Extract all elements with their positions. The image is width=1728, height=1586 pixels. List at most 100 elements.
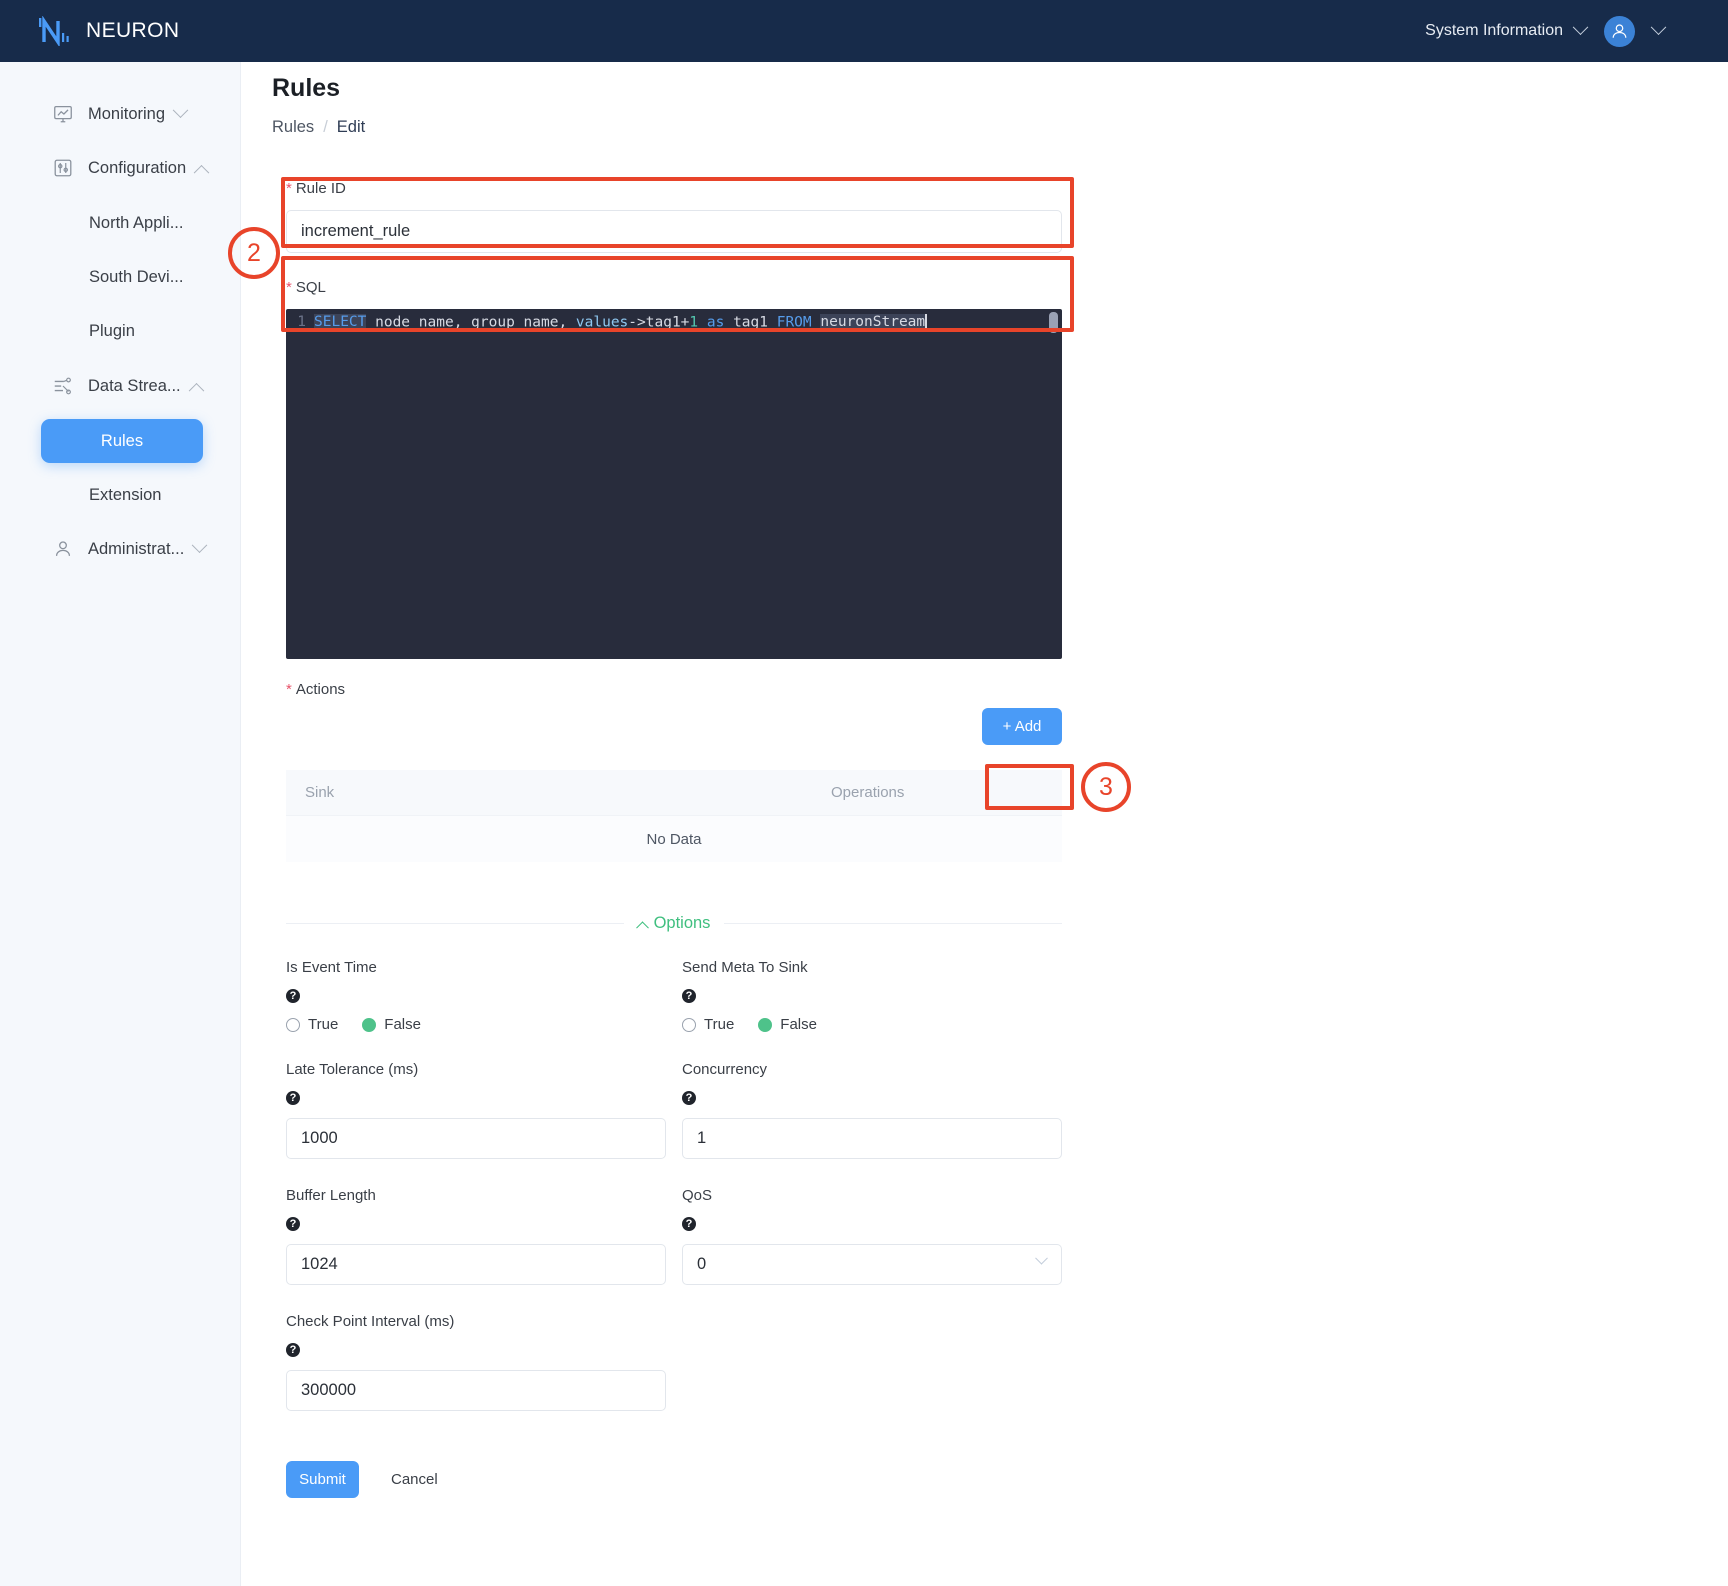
rule-id-label-text: Rule ID: [295, 180, 346, 197]
breadcrumb-rules[interactable]: Rules: [272, 118, 314, 137]
sidebar-item-configuration[interactable]: Configuration: [0, 146, 241, 190]
sidebar-item-data-stream[interactable]: Data Strea...: [0, 364, 241, 408]
help-icon[interactable]: ?: [682, 989, 696, 1003]
avatar[interactable]: [1604, 15, 1635, 47]
is-event-time-false[interactable]: False: [362, 1016, 421, 1033]
code-text: SELECT node_name, group_name, values->ta…: [314, 313, 927, 331]
sql-number: 1: [689, 314, 699, 330]
help-icon[interactable]: ?: [286, 1343, 300, 1357]
concurrency-input[interactable]: [682, 1118, 1062, 1159]
page-title: Rules: [272, 74, 341, 102]
qos-select[interactable]: [682, 1244, 1062, 1285]
rule-id-input[interactable]: [286, 210, 1062, 253]
radio-dot: [286, 1017, 300, 1032]
add-action-button[interactable]: + Add: [982, 708, 1062, 745]
send-meta-to-sink-true[interactable]: True: [682, 1016, 734, 1033]
buffer-length-input[interactable]: [286, 1244, 666, 1285]
sidebar-item-monitoring[interactable]: Monitoring: [0, 92, 241, 136]
form-buttons: Submit Cancel: [286, 1461, 1062, 1498]
chevron-down-icon[interactable]: [1650, 18, 1667, 35]
radio-dot: [682, 1017, 696, 1032]
late-tolerance-input[interactable]: [286, 1118, 666, 1159]
add-action-row: + Add: [286, 708, 1062, 756]
send-meta-to-sink-false[interactable]: False: [758, 1016, 817, 1033]
required-asterisk: *: [286, 279, 292, 296]
sql-code-editor[interactable]: 1 SELECT node_name, group_name, values->…: [286, 309, 1062, 659]
submit-button[interactable]: Submit: [286, 1461, 359, 1498]
data-stream-icon: [54, 377, 71, 395]
sql-alias: tag1: [733, 314, 777, 330]
breadcrumb: Rules / Edit: [272, 118, 365, 137]
table-header: Sink Operations: [286, 770, 1062, 815]
send-meta-to-sink-label: Send Meta To Sink: [682, 959, 808, 976]
help-icon[interactable]: ?: [682, 1091, 696, 1105]
sql-stream-name: neuronStream: [820, 314, 926, 330]
options-toggle[interactable]: Options: [635, 914, 711, 935]
divider-line-left: [286, 923, 624, 924]
system-information-menu[interactable]: System Information: [1425, 18, 1589, 40]
check-point-interval-input[interactable]: [286, 1370, 666, 1411]
sql-field-group: * SQL 1 SELECT node_name, group_name, val…: [286, 279, 1062, 659]
options-divider: Options: [286, 914, 1062, 935]
chevron-down-icon: [1572, 18, 1589, 35]
sql-arrow-tag: ->tag1+: [628, 314, 690, 330]
help-icon[interactable]: ?: [286, 1091, 300, 1105]
monitor-chart-icon: [54, 106, 72, 123]
sidebar-item-plugin[interactable]: Plugin: [0, 310, 241, 352]
brand[interactable]: NEURON: [38, 16, 179, 46]
check-point-interval-group: Check Point Interval (ms) ?: [286, 1313, 682, 1411]
concurrency-group: Concurrency ?: [682, 1061, 1062, 1159]
chevron-up-icon: [188, 382, 204, 399]
late-tolerance-group: Late Tolerance (ms) ?: [286, 1061, 682, 1159]
sidebar-item-label: Monitoring: [88, 104, 166, 123]
sidebar-item-administration[interactable]: Administrat...: [0, 527, 241, 571]
sidebar-item-north-applications[interactable]: North Appli...: [0, 202, 241, 244]
person-icon: [55, 541, 71, 556]
sidebar-item-south-devices[interactable]: South Devi...: [0, 256, 241, 298]
sql-keyword-from: FROM: [776, 314, 812, 330]
brand-name: NEURON: [86, 19, 180, 42]
code-line: 1 SELECT node_name, group_name, values->…: [286, 309, 1062, 335]
required-asterisk: *: [286, 180, 292, 197]
rule-id-field-group: * Rule ID: [286, 180, 1062, 253]
check-point-interval-label: Check Point Interval (ms): [286, 1313, 455, 1330]
sidebar-item-label: Plugin: [89, 321, 135, 340]
breadcrumb-separator: /: [323, 118, 328, 136]
options-title-text: Options: [653, 914, 711, 932]
line-number: 1: [297, 314, 306, 330]
column-header-sink: Sink: [305, 784, 335, 801]
sidebar-item-rules[interactable]: Rules: [41, 419, 203, 463]
qos-select-wrap: [682, 1232, 1062, 1285]
help-icon[interactable]: ?: [286, 989, 300, 1003]
actions-table: Sink Operations No Data: [286, 770, 1062, 862]
editor-scrollbar[interactable]: [1049, 312, 1058, 333]
rule-edit-form: *Rule ID *SQL 1 SELECT node_name, group_…: [286, 180, 1062, 1498]
text-cursor: [925, 313, 927, 331]
is-event-time-true[interactable]: True: [286, 1016, 338, 1033]
table-empty-row: No Data: [286, 815, 1062, 862]
system-information-label: System Information: [1425, 22, 1563, 39]
sidebar: Monitoring Configuration North Appli...: [0, 62, 241, 1586]
radio-dot-selected: [362, 1017, 377, 1032]
sql-label: * SQL: [286, 279, 1062, 296]
sidebar-item-extension[interactable]: Extension: [0, 474, 241, 516]
cancel-button[interactable]: Cancel: [391, 1471, 438, 1488]
neuron-logo-icon: [38, 16, 72, 46]
chevron-down-icon: [192, 536, 208, 553]
actions-label-text: Actions: [295, 681, 346, 698]
send-meta-to-sink-radios: True False: [682, 1016, 1062, 1033]
right-empty-pane: [1497, 62, 1728, 1586]
breadcrumb-edit: Edit: [336, 118, 366, 136]
help-icon[interactable]: ?: [286, 1217, 300, 1231]
is-event-time-group: Is Event Time ? True False: [286, 959, 682, 1033]
radio-label: False: [780, 1016, 817, 1033]
qos-label: QoS: [682, 1187, 713, 1204]
main-content: Rules Rules / Edit *Rule ID *SQL: [241, 62, 1497, 1586]
required-asterisk: *: [286, 681, 292, 698]
user-avatar-icon: [1612, 23, 1627, 38]
top-bar-right: System Information: [1425, 15, 1698, 47]
sidebar-item-label: South Devi...: [89, 267, 184, 286]
sql-columns: node_name, group_name,: [366, 314, 576, 330]
sidebar-item-label: Extension: [89, 485, 162, 504]
help-icon[interactable]: ?: [682, 1217, 696, 1231]
